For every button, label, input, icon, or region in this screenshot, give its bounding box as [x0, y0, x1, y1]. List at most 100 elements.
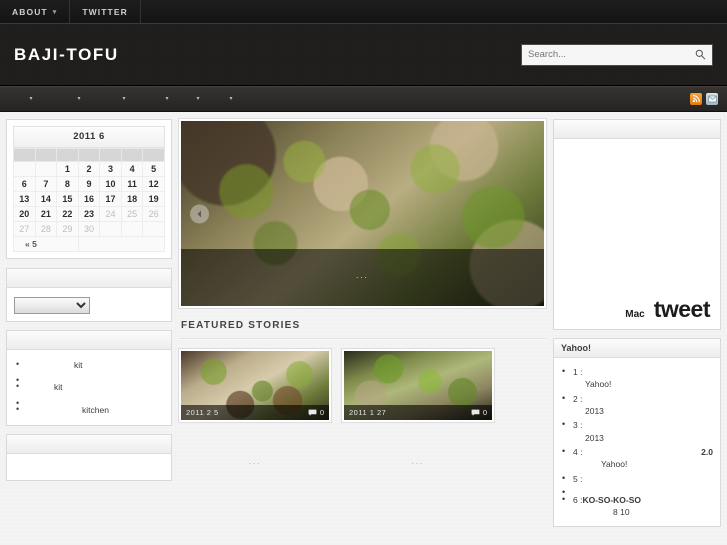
topbar-item-about[interactable]: ABOUT ▾ [0, 0, 71, 23]
calendar-day[interactable]: 19 [142, 191, 165, 207]
calendar-prev-link[interactable]: « 5 [13, 236, 79, 252]
story-thumbnail[interactable]: 2011 1 27 0 [341, 348, 495, 423]
calendar-day[interactable]: 8 [56, 176, 79, 192]
dropdown-widget [6, 268, 172, 322]
topbar-item-twitter[interactable]: TWITTER [70, 0, 141, 23]
news-text: 2013 [585, 405, 604, 416]
calendar-day: 30 [77, 221, 101, 237]
mail-icon[interactable] [706, 92, 718, 105]
nav-item-1[interactable]: ▾ [0, 86, 62, 112]
calendar-day[interactable]: 14 [34, 191, 58, 207]
list-item[interactable]: 4 : 2.0 Yahoo! [561, 445, 713, 472]
calendar-day[interactable]: 1 [56, 161, 79, 177]
sidebar-left: 20 11 6 1 2 3 4 5 6 7 8 9 10 11 12 13 14 … [6, 119, 172, 545]
nav-item-6[interactable]: ▾ [214, 86, 248, 112]
news-text: 2013 [585, 432, 604, 443]
calendar-day[interactable]: 13 [13, 191, 36, 207]
category-widget-title [7, 330, 171, 350]
rss-icon[interactable] [690, 92, 702, 105]
news-widget-title: Yahoo! [554, 339, 720, 358]
list-item[interactable]: kit [14, 379, 164, 396]
story-excerpt: ... [248, 457, 262, 466]
story-meta-bar: 2011 2 5 0 [181, 405, 329, 420]
news-widget: Yahoo! 1 : Yahoo! 2 : 2013 3 : 2013 [553, 338, 721, 528]
calendar-day [120, 221, 144, 237]
dropdown-widget-body [7, 288, 171, 321]
calendar-day[interactable]: 20 [13, 206, 36, 222]
news-version-badge: 2.0 [701, 446, 713, 457]
comment-bubble-icon [308, 409, 317, 416]
list-item[interactable]: 5 : [561, 472, 713, 486]
calendar-day[interactable]: 6 [13, 176, 36, 192]
list-item[interactable]: 1 : Yahoo! [561, 365, 713, 392]
weekday-header [34, 148, 58, 162]
story-comment-count[interactable]: 0 [308, 408, 324, 417]
news-list: 1 : Yahoo! 2 : 2013 3 : 2013 4 : 2.0 Y [561, 365, 713, 519]
weekday-header [13, 148, 36, 162]
calendar-day[interactable]: 10 [99, 176, 122, 192]
calendar-day[interactable]: 11 [120, 176, 144, 192]
calendar-day[interactable]: 12 [142, 176, 165, 192]
calendar-table: 20 11 6 1 2 3 4 5 6 7 8 9 10 11 12 13 14 … [13, 126, 166, 252]
search-box[interactable] [521, 43, 713, 66]
story-card[interactable]: 2011 2 5 0 ... [178, 348, 332, 466]
featured-slider[interactable]: ... [178, 118, 547, 309]
calendar-nav-row: « 5 [13, 236, 166, 252]
story-comment-number: 0 [482, 408, 487, 417]
tag-item[interactable]: Mac [625, 309, 644, 320]
main-navigation: ▾ ▾ ▾ ▾ ▾ ▾ [0, 86, 727, 112]
topbar: ABOUT ▾ TWITTER [0, 0, 727, 24]
list-item[interactable]: 3 : 2013 [561, 418, 713, 445]
calendar-day[interactable]: 7 [34, 176, 58, 192]
chevron-down-icon: ▾ [229, 95, 233, 102]
calendar-day[interactable]: 4 [120, 161, 144, 177]
nav-item-2[interactable]: ▾ [62, 86, 96, 112]
calendar-day[interactable]: 21 [34, 206, 58, 222]
nav-item-3[interactable]: ▾ [96, 86, 152, 112]
calendar-day[interactable]: 15 [56, 191, 79, 207]
list-item[interactable]: 2 : 2013 [561, 392, 713, 419]
story-card[interactable]: 2011 1 27 0 ... [341, 348, 495, 466]
extra-widget [6, 434, 172, 482]
calendar-day[interactable]: 9 [77, 176, 101, 192]
story-comment-count[interactable]: 0 [471, 408, 487, 417]
calendar-day[interactable]: 17 [99, 191, 122, 207]
calendar-day: 25 [120, 206, 144, 222]
category-widget: kit kit kitchen [6, 329, 172, 427]
nav-item-5[interactable]: ▾ [182, 86, 214, 112]
extra-widget-title [7, 435, 171, 455]
weekday-header [77, 148, 101, 162]
tag-item[interactable]: tweet [654, 296, 711, 323]
site-header: BAJI-TOFU [0, 24, 727, 86]
calendar-day: 26 [142, 206, 165, 222]
news-text: Yahoo! [585, 379, 612, 390]
calendar-day[interactable]: 3 [99, 161, 122, 177]
dropdown-widget-title [7, 269, 171, 288]
category-list: kit kit kitchen [14, 357, 164, 419]
tagcloud-tags: Mac tweet [625, 296, 710, 323]
prev-arrow-icon[interactable] [190, 204, 209, 223]
calendar-day[interactable]: 22 [56, 206, 79, 222]
chevron-down-icon: ▾ [52, 8, 58, 16]
search-input[interactable] [528, 49, 695, 60]
slider-caption: ... [181, 249, 544, 306]
calendar-weekday-row [13, 148, 165, 162]
calendar-day[interactable]: 18 [120, 191, 144, 207]
calendar-next-cell [77, 236, 166, 252]
list-item[interactable]: 6 :KO-SO-KO-SO 8 10 [561, 493, 713, 520]
story-comment-number: 0 [319, 408, 324, 417]
list-item[interactable]: kitchen [14, 402, 164, 419]
calendar-day[interactable]: 2 [77, 161, 101, 177]
calendar-day[interactable]: 5 [142, 161, 165, 177]
news-text: 8 10 [613, 507, 630, 518]
list-item[interactable]: kit [14, 357, 164, 374]
story-thumbnail[interactable]: 2011 2 5 0 [178, 348, 332, 423]
tagcloud-widget-title [554, 120, 720, 139]
nav-item-4[interactable]: ▾ [152, 86, 182, 112]
story-meta-bar: 2011 1 27 0 [344, 405, 492, 420]
archive-select[interactable] [14, 296, 90, 314]
calendar-day[interactable]: 23 [77, 206, 101, 222]
search-icon[interactable] [695, 49, 706, 60]
weekday-header [120, 148, 144, 162]
calendar-day[interactable]: 16 [77, 191, 101, 207]
